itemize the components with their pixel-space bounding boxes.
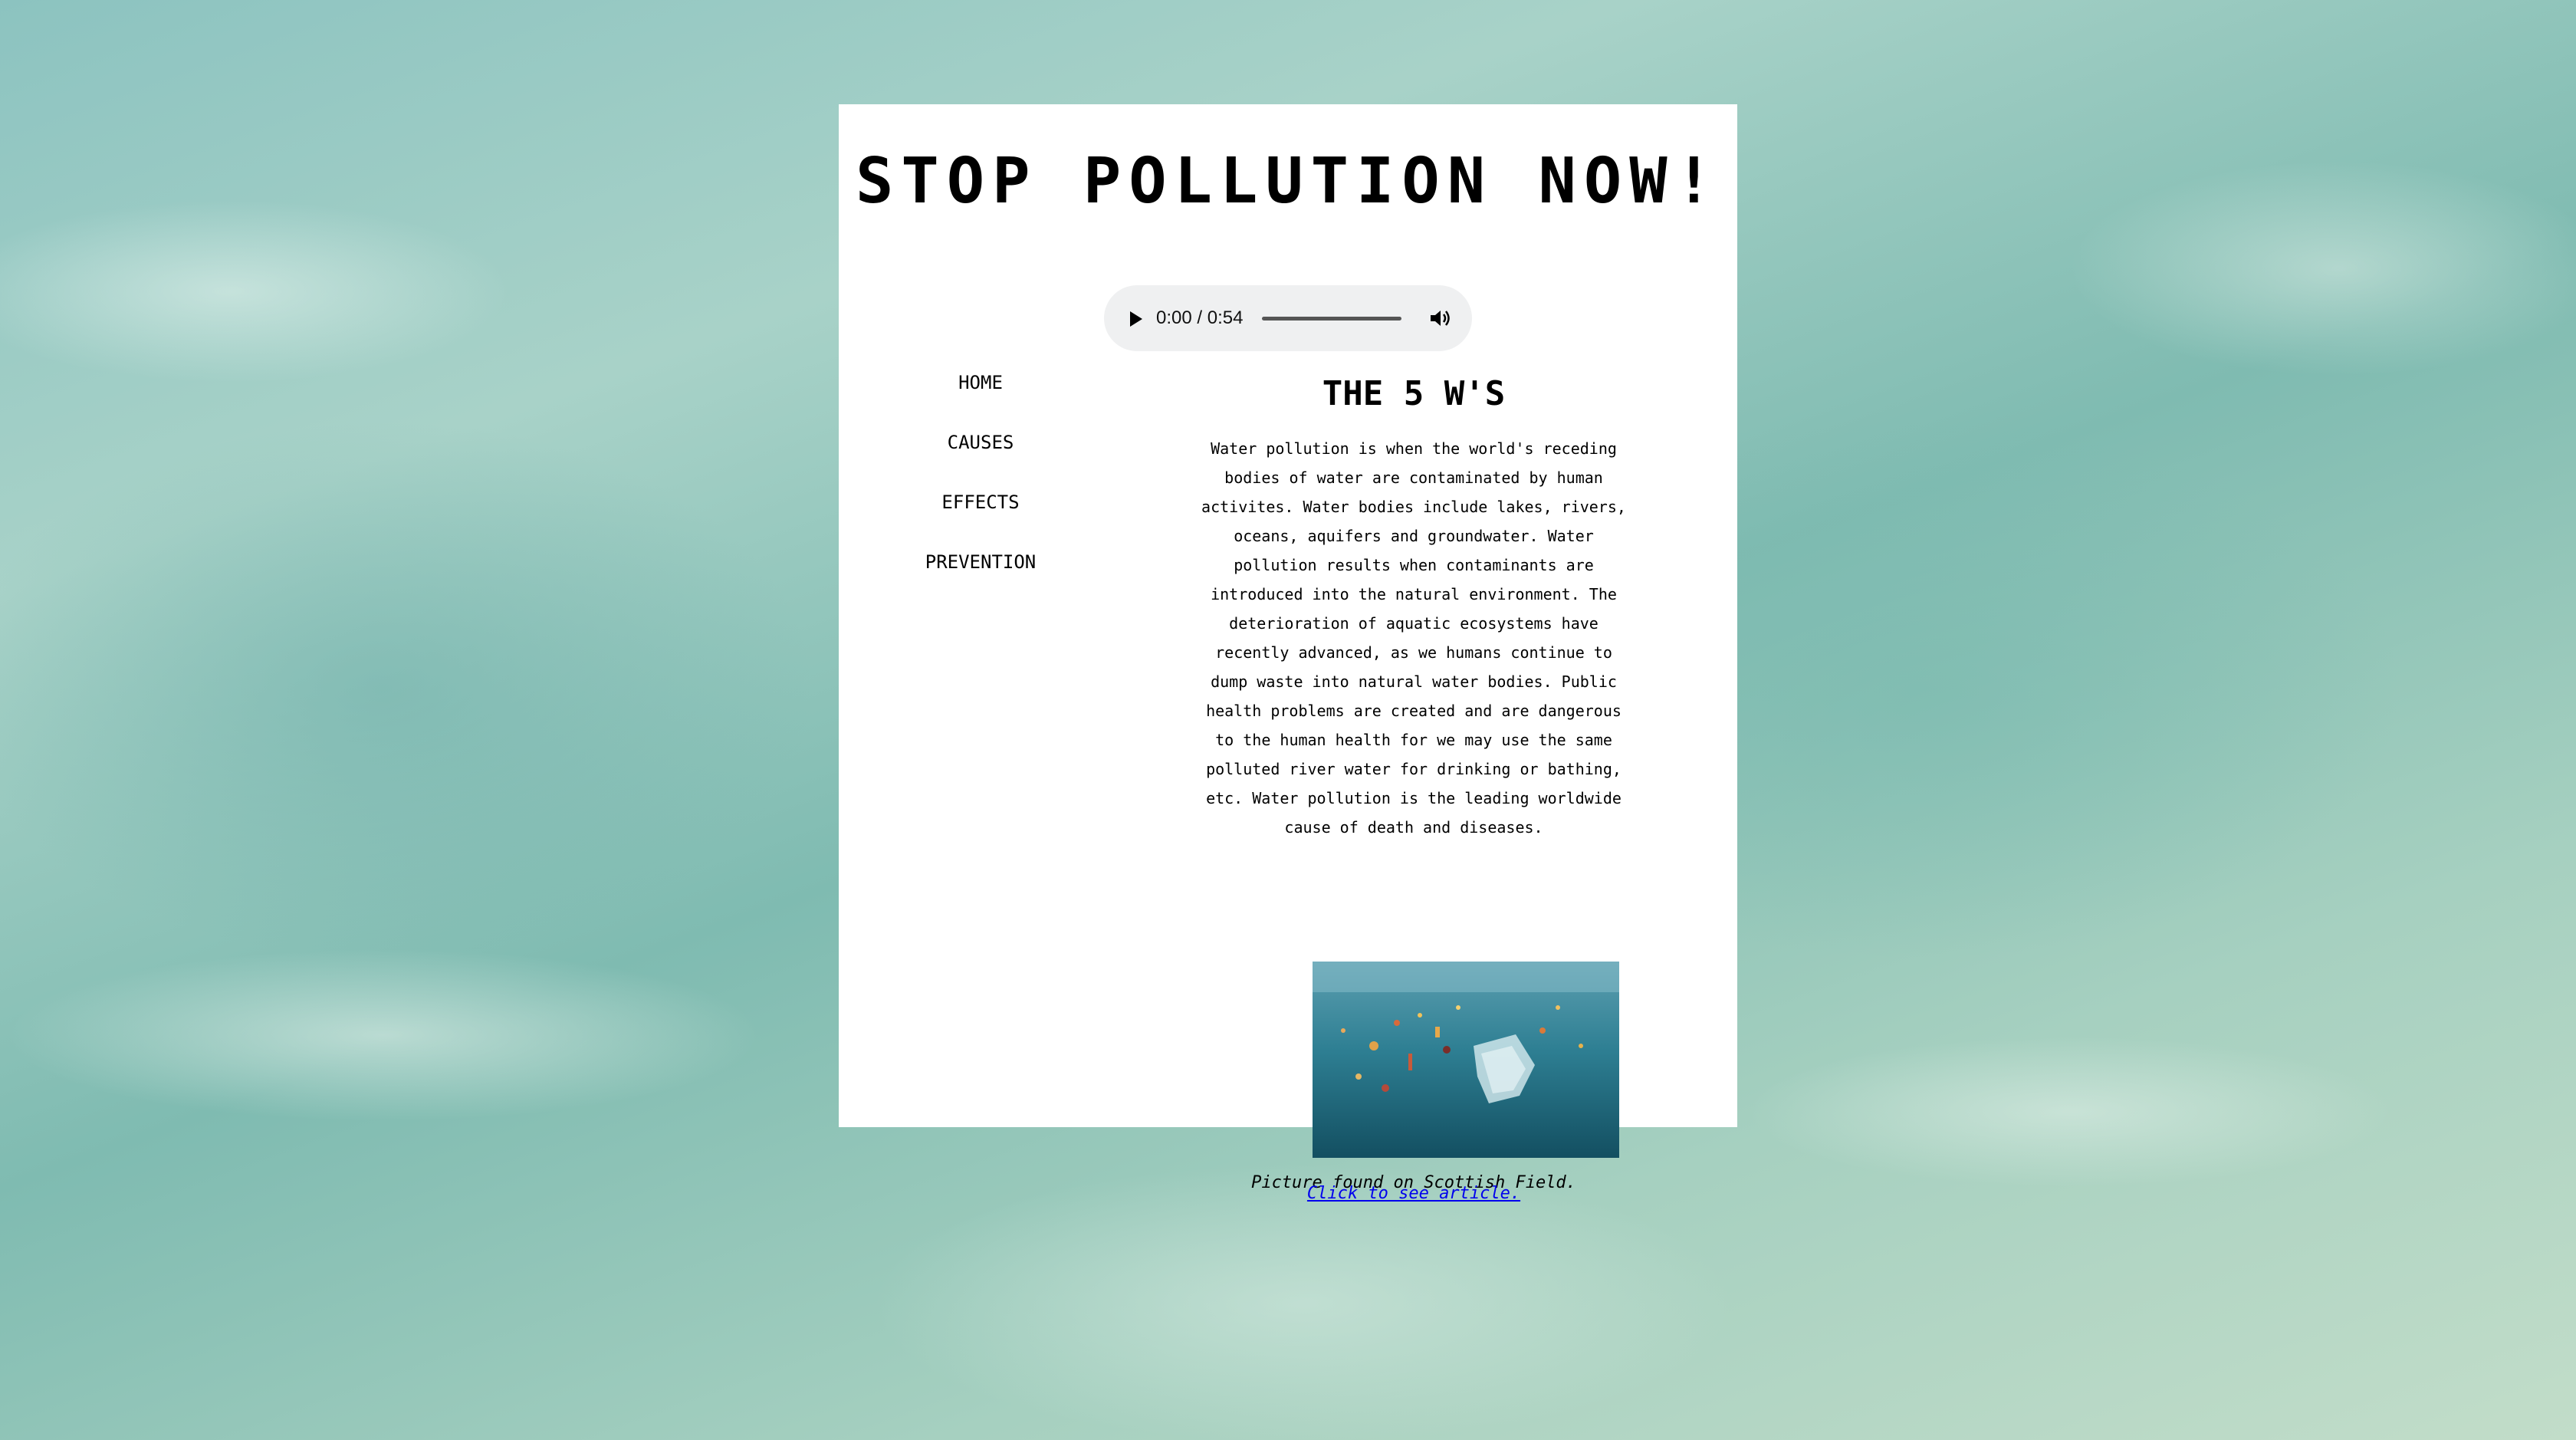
nav-item-home[interactable]: HOME [839,370,1122,429]
nav-item-effects[interactable]: EFFECTS [839,489,1122,549]
audio-time: 0:00 / 0:54 [1156,307,1244,328]
play-icon[interactable] [1130,311,1142,327]
nav-item-causes[interactable]: CAUSES [839,429,1122,489]
pollution-photo [1313,962,1619,1158]
sidebar-nav: HOME CAUSES EFFECTS PREVENTION [839,370,1122,609]
content-card: STOP POLLUTION NOW! 0:00 / 0:54 HOME CAU… [839,104,1737,1202]
body-paragraph: Water pollution is when the world's rece… [1201,439,1626,837]
audio-player[interactable]: 0:00 / 0:54 [1104,285,1472,351]
main-content: THE 5 W'S Water pollution is when the wo… [1184,374,1644,1202]
page-title: STOP POLLUTION NOW! [856,145,1720,218]
volume-icon[interactable] [1429,309,1452,327]
audio-seek-bar[interactable] [1262,317,1401,321]
nav-item-prevention[interactable]: PREVENTION [839,549,1122,609]
section-heading: THE 5 W'S [1322,374,1506,413]
article-link[interactable]: Click to see article. [1132,1185,1696,1202]
